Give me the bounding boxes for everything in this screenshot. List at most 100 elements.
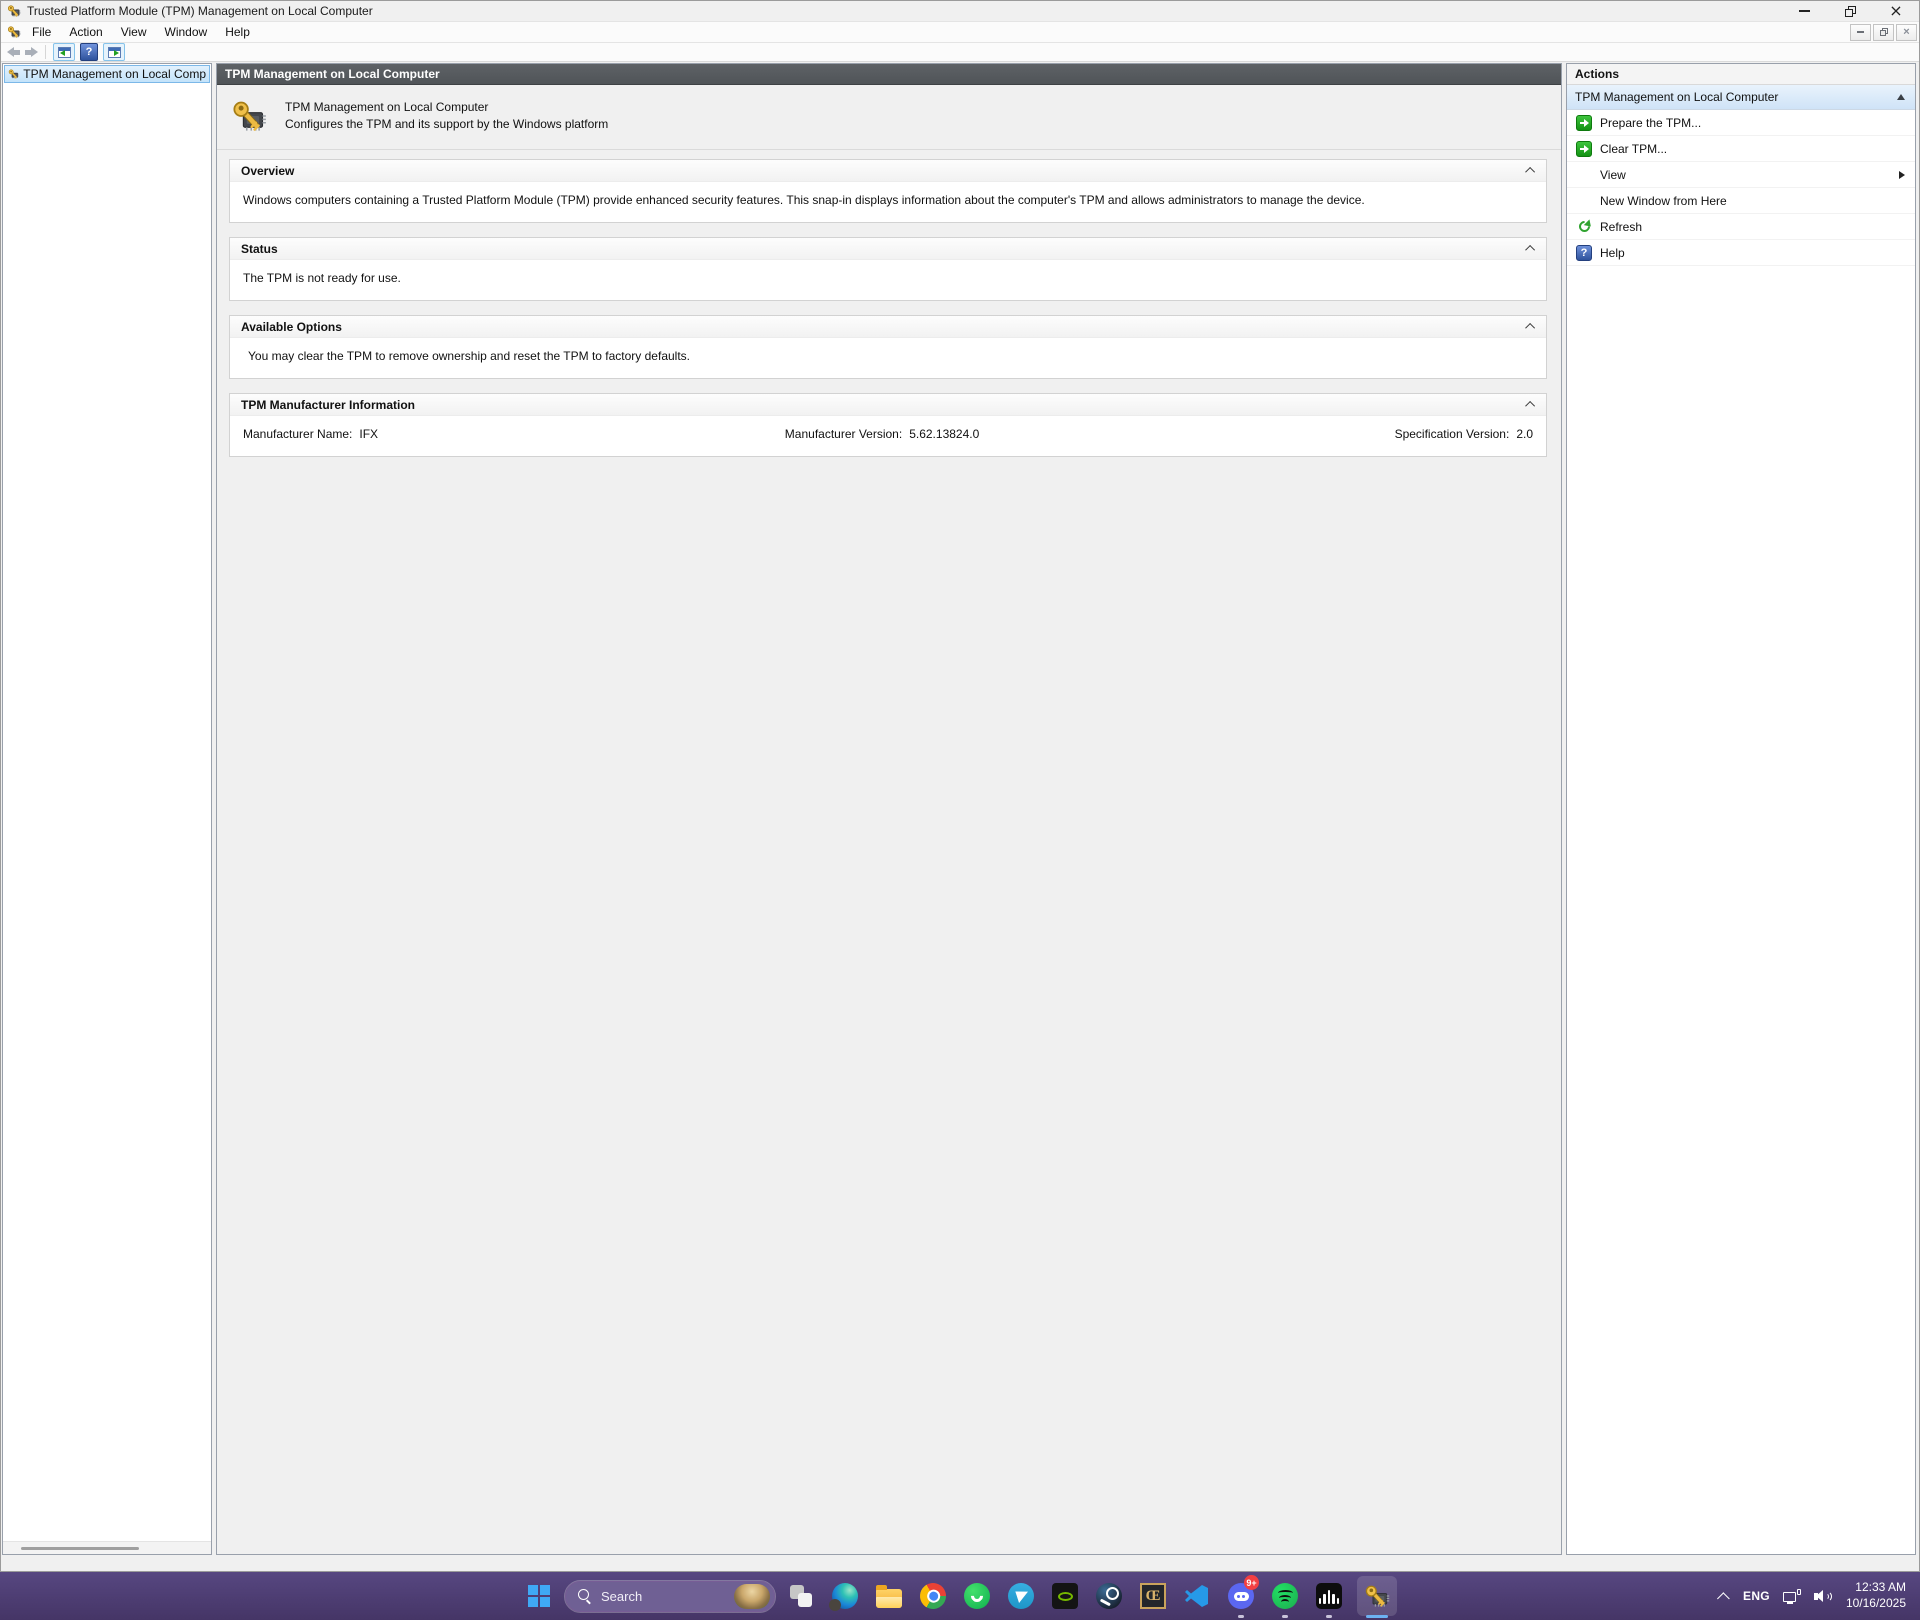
search-placeholder: Search <box>601 1588 643 1604</box>
ce-app-icon: Œ <box>1140 1583 1166 1609</box>
action-prepare-tpm[interactable]: Prepare the TPM... <box>1567 110 1915 136</box>
desktop: Trusted Platform Module (TPM) Management… <box>0 0 1920 1620</box>
task-view-button[interactable] <box>783 1572 819 1620</box>
section-status-header[interactable]: Status <box>230 238 1546 260</box>
taskbar-spotify[interactable] <box>1267 1572 1303 1620</box>
equalizer-icon <box>1316 1583 1342 1609</box>
tpm-key-icon <box>1364 1583 1390 1609</box>
manufacturer-version-field: Manufacturer Version: 5.62.13824.0 <box>784 427 980 441</box>
collapse-chevron-icon[interactable] <box>1525 322 1536 333</box>
taskbar: Search Œ 9+ ENG 12:33 AM 10/16/2025 <box>0 1572 1920 1620</box>
taskbar-steam[interactable] <box>1091 1572 1127 1620</box>
telegram-icon <box>1008 1583 1034 1609</box>
close-icon: × <box>1903 25 1910 38</box>
forward-button[interactable] <box>25 47 38 57</box>
child-restore-button[interactable] <box>1873 23 1894 41</box>
child-window-controls: × <box>1850 23 1917 41</box>
close-button[interactable]: × <box>1873 1 1919 21</box>
menu-action[interactable]: Action <box>60 22 111 42</box>
toolbar-help-button[interactable]: ? <box>80 43 98 61</box>
app-key-icon <box>7 4 21 18</box>
menu-window[interactable]: Window <box>156 22 217 42</box>
menu-help[interactable]: Help <box>216 22 259 42</box>
clock[interactable]: 12:33 AM 10/16/2025 <box>1846 1580 1906 1611</box>
taskbar-nvidia[interactable] <box>1047 1572 1083 1620</box>
action-new-window[interactable]: New Window from Here <box>1567 188 1915 214</box>
actions-pane-header: Actions <box>1567 64 1915 85</box>
menu-bar: File Action View Window Help × <box>1 21 1919 43</box>
action-help[interactable]: ? Help <box>1567 240 1915 266</box>
section-manufacturer-info-header[interactable]: TPM Manufacturer Information <box>230 394 1546 416</box>
hidden-icons-chevron[interactable] <box>1717 1591 1730 1605</box>
collapse-chevron-icon[interactable] <box>1525 244 1536 255</box>
action-view[interactable]: View <box>1567 162 1915 188</box>
results-pane-body: TPM Management on Local Computer Configu… <box>217 85 1561 1554</box>
taskbar-vscode[interactable] <box>1179 1572 1215 1620</box>
action-refresh[interactable]: Refresh <box>1567 214 1915 240</box>
taskbar-equalizer-app[interactable] <box>1311 1572 1347 1620</box>
child-close-button[interactable]: × <box>1896 23 1917 41</box>
green-arrow-icon <box>1576 140 1592 157</box>
language-indicator[interactable]: ENG <box>1743 1589 1770 1603</box>
taskbar-chrome[interactable] <box>915 1572 951 1620</box>
task-view-icon <box>790 1585 812 1607</box>
menu-view[interactable]: View <box>112 22 156 42</box>
banner-title: TPM Management on Local Computer <box>285 99 489 114</box>
results-pane: TPM Management on Local Computer TPM Man… <box>216 63 1562 1555</box>
section-title: Status <box>241 241 278 256</box>
section-title: TPM Manufacturer Information <box>241 397 416 412</box>
restore-icon <box>1879 28 1888 36</box>
edge-icon <box>829 1583 858 1611</box>
spotify-icon <box>1272 1583 1298 1609</box>
taskbar-tpm-management-active[interactable] <box>1355 1572 1399 1620</box>
search-box[interactable]: Search <box>564 1579 776 1613</box>
forward-arrow-icon <box>31 47 38 57</box>
section-overview-header[interactable]: Overview <box>230 160 1546 182</box>
taskbar-whatsapp[interactable] <box>959 1572 995 1620</box>
taskbar-ce-app[interactable]: Œ <box>1135 1572 1171 1620</box>
console-tree-icon <box>57 46 71 58</box>
section-status: Status The TPM is not ready for use. <box>229 237 1547 301</box>
menu-file[interactable]: File <box>23 22 60 42</box>
show-hide-console-tree-button[interactable] <box>53 43 75 61</box>
restore-button[interactable] <box>1827 1 1873 21</box>
taskbar-telegram[interactable] <box>1003 1572 1039 1620</box>
chrome-icon <box>915 1578 951 1614</box>
tree-item-label: TPM Management on Local Comp <box>23 67 206 81</box>
green-arrow-icon <box>1576 114 1592 131</box>
specification-version-field: Specification Version: 2.0 <box>1394 427 1533 441</box>
refresh-icon <box>1576 218 1592 235</box>
collapse-chevron-icon[interactable] <box>1525 400 1536 411</box>
whatsapp-icon <box>964 1583 990 1609</box>
close-icon: × <box>1889 1 1903 20</box>
taskbar-edge[interactable] <box>827 1572 863 1620</box>
scrollbar-thumb[interactable] <box>21 1547 139 1550</box>
network-icon[interactable] <box>1782 1588 1801 1604</box>
results-pane-title: TPM Management on Local Computer <box>225 67 440 81</box>
tree-horizontal-scrollbar[interactable] <box>3 1541 211 1554</box>
actions-group-header[interactable]: TPM Management on Local Computer <box>1567 85 1915 110</box>
volume-icon[interactable] <box>1813 1589 1833 1604</box>
results-pane-header: TPM Management on Local Computer <box>217 64 1561 85</box>
nvidia-icon <box>1052 1583 1078 1609</box>
search-highlight-image[interactable] <box>734 1583 770 1609</box>
help-icon: ? <box>1576 244 1592 261</box>
taskbar-file-explorer[interactable] <box>871 1572 907 1620</box>
collapse-triangle-icon[interactable] <box>1897 94 1905 100</box>
title-bar: Trusted Platform Module (TPM) Management… <box>1 1 1919 21</box>
tree-item-tpm-management[interactable]: TPM Management on Local Comp <box>4 65 210 83</box>
section-available-options: Available Options You may clear the TPM … <box>229 315 1547 379</box>
section-title: Available Options <box>241 319 342 334</box>
tray-date: 10/16/2025 <box>1845 1596 1906 1610</box>
taskbar-discord[interactable]: 9+ <box>1223 1572 1259 1620</box>
running-indicator <box>1282 1615 1288 1618</box>
section-available-options-header[interactable]: Available Options <box>230 316 1546 338</box>
minimize-button[interactable] <box>1781 1 1827 21</box>
child-minimize-button[interactable] <box>1850 23 1871 41</box>
collapse-chevron-icon[interactable] <box>1525 166 1536 177</box>
show-hide-action-pane-button[interactable] <box>103 43 125 61</box>
start-button[interactable] <box>521 1572 557 1620</box>
action-clear-tpm[interactable]: Clear TPM... <box>1567 136 1915 162</box>
back-button[interactable] <box>7 47 20 57</box>
steam-icon <box>1096 1583 1122 1609</box>
